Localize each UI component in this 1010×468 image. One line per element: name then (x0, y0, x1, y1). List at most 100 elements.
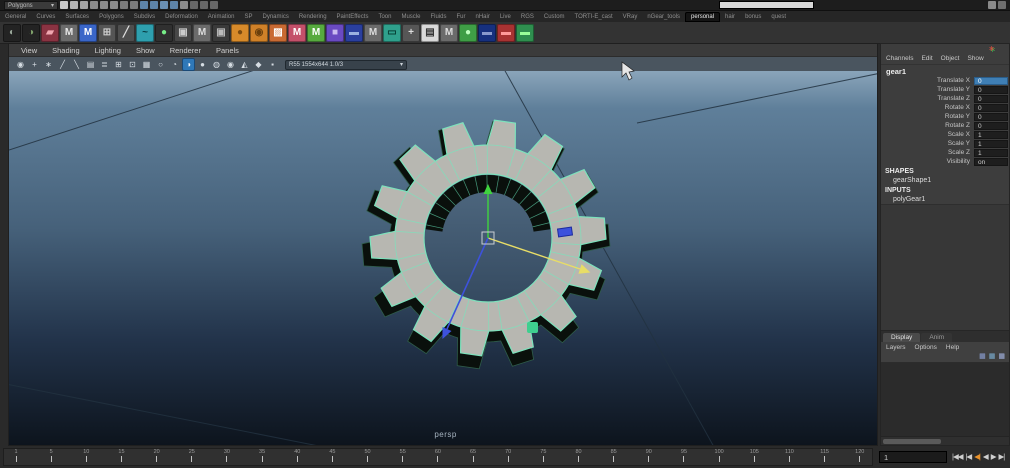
use-lights-icon[interactable]: ◍ (211, 59, 222, 70)
Rotate X[interactable]: Rotate X 0 (881, 103, 1009, 112)
paste-icon[interactable] (110, 1, 118, 9)
shelf-tab[interactable]: Muscle (396, 13, 425, 21)
navy-shelf-icon[interactable]: ▬ (345, 23, 363, 42)
channel-value-field[interactable]: 0 (974, 112, 1008, 121)
time-tick[interactable]: 100 (713, 449, 725, 465)
shelf-tab[interactable]: TORTI-E_cast (570, 13, 618, 21)
time-tick[interactable]: 65 (467, 449, 479, 465)
orange-ring-shelf-icon[interactable]: ◉ (250, 23, 268, 42)
sphere-shelf-icon[interactable]: ◐ (3, 23, 21, 42)
channel-value-field[interactable]: 1 (974, 139, 1008, 148)
layer-editor-tab[interactable]: Anim (921, 333, 953, 342)
redo-icon[interactable] (130, 1, 138, 9)
hotbox-toggle-icon[interactable] (998, 1, 1006, 9)
camera-shelf-icon[interactable]: ▣ (174, 23, 192, 42)
snap-grid-icon[interactable] (140, 1, 148, 9)
layer-list[interactable] (881, 363, 1009, 436)
new-layer-icon[interactable]: ▦ (998, 353, 1005, 361)
smooth-shade-mode-icon[interactable]: ◑ (183, 59, 194, 70)
new-scene-icon[interactable] (60, 1, 68, 9)
channel-box-menu-item[interactable]: Edit (921, 55, 932, 62)
wireframe-mode-icon[interactable]: ○ (155, 59, 166, 70)
panel-menu-item[interactable]: View (21, 46, 37, 55)
camera-lock-icon[interactable]: ◉ (15, 59, 26, 70)
purple-shelf-icon[interactable]: ■ (326, 23, 344, 42)
camera-axis-icon[interactable]: + (29, 59, 40, 70)
Scale Y[interactable]: Scale Y 1 (881, 139, 1009, 148)
shelf-tab[interactable]: Live (495, 13, 516, 21)
renderer-combo[interactable]: R55 1554x644 1.0/3 ▾ (285, 59, 407, 70)
curve-shelf-icon[interactable]: ~ (136, 23, 154, 42)
selected-object-name[interactable]: gear1 (881, 65, 1009, 76)
channel-value-field[interactable]: 0 (974, 103, 1008, 112)
shelf-tab[interactable]: Fluids (425, 13, 451, 21)
time-tick[interactable]: 110 (783, 449, 795, 465)
go-to-end-button[interactable]: ▶| (997, 451, 1005, 463)
snap-curve-icon[interactable] (150, 1, 158, 9)
time-tick[interactable]: 85 (608, 449, 620, 465)
time-tick[interactable]: 45 (326, 449, 338, 465)
time-tick[interactable]: 1 (10, 449, 22, 465)
shelf-tab[interactable]: hair (720, 13, 740, 21)
quick-select-field[interactable] (719, 1, 814, 9)
Scale Z[interactable]: Scale Z 1 (881, 148, 1009, 157)
time-tick[interactable]: 35 (256, 449, 268, 465)
grease-pencil-icon[interactable]: ╱ (57, 59, 68, 70)
go-to-start-button[interactable]: |◀◀ (951, 451, 964, 463)
panel-menu-item[interactable]: Shading (52, 46, 80, 55)
orange-ball-shelf-icon[interactable]: ● (231, 23, 249, 42)
construction-history-icon[interactable] (180, 1, 188, 9)
shelf-tab[interactable]: bonus (740, 13, 766, 21)
channel-value-field[interactable]: 0 (974, 76, 1008, 85)
step-back-key-button[interactable]: ◀| (973, 451, 981, 463)
shape-node-item[interactable]: gearShape1 (881, 176, 1009, 185)
Rotate Z[interactable]: Rotate Z 0 (881, 121, 1009, 130)
shelf-tab[interactable]: Animation (203, 13, 240, 21)
maya-gray-shelf-icon[interactable]: M (193, 23, 211, 42)
bookmark-icon[interactable]: ∗ (43, 59, 54, 70)
channel-value-field[interactable]: on (974, 157, 1008, 166)
time-tick[interactable]: 50 (362, 449, 374, 465)
render-settings-icon[interactable] (210, 1, 218, 9)
xray-icon[interactable]: ◭ (239, 59, 250, 70)
shelf-tab[interactable]: Toon (373, 13, 396, 21)
step-back-frame-button[interactable]: |◀ (964, 451, 972, 463)
scrollbar-thumb[interactable] (883, 438, 941, 444)
time-slider-ruler[interactable]: 1 5 10 15 20 25 30 35 40 45 50 55 60 65 … (3, 448, 873, 466)
layer-editor-menu-item[interactable]: Help (946, 344, 959, 351)
current-frame-field[interactable]: 1 (879, 451, 947, 463)
play-forward-button[interactable]: ▶ (990, 451, 997, 463)
undo-icon[interactable] (120, 1, 128, 9)
time-tick[interactable]: 80 (573, 449, 585, 465)
shaded-mode-icon[interactable]: ◔ (169, 59, 180, 70)
time-tick[interactable]: 115 (819, 449, 831, 465)
layer-editor-menu-item[interactable]: Options (915, 344, 937, 351)
maya-blue-shelf-icon[interactable]: M (79, 23, 97, 42)
shelf-tab[interactable]: Subdivs (129, 13, 160, 21)
shelf-tab[interactable]: RGS (516, 13, 539, 21)
Translate Z[interactable]: Translate Z 0 (881, 94, 1009, 103)
time-tick[interactable]: 90 (643, 449, 655, 465)
maya-gray3-shelf-icon[interactable]: M (440, 23, 458, 42)
channel-box-menu-item[interactable]: Show (967, 55, 983, 62)
textured-mode-icon[interactable]: ● (197, 59, 208, 70)
time-tick[interactable]: 10 (80, 449, 92, 465)
field-chart-icon[interactable]: ⊡ (127, 59, 138, 70)
Translate Y[interactable]: Translate Y 0 (881, 85, 1009, 94)
grease-pencil-frame-icon[interactable]: ╲ (71, 59, 82, 70)
shelf-tab[interactable]: nGear_tools (642, 13, 685, 21)
time-tick[interactable]: 60 (432, 449, 444, 465)
viewport-3d[interactable]: persp (9, 71, 877, 445)
channel-box-menu-item[interactable]: Object (941, 55, 960, 62)
Translate X[interactable]: Translate X 0 (881, 76, 1009, 85)
safe-action-icon[interactable]: ▦ (141, 59, 152, 70)
layer-list-scrollbar[interactable] (881, 436, 1009, 445)
camera-dark-shelf-icon[interactable]: ▣ (212, 23, 230, 42)
Scale X[interactable]: Scale X 1 (881, 130, 1009, 139)
shelf-tab[interactable]: Fur (452, 13, 471, 21)
time-tick[interactable]: 70 (502, 449, 514, 465)
grid-shelf-icon[interactable]: ⊞ (98, 23, 116, 42)
screen-shelf-icon[interactable]: ▤ (421, 23, 439, 42)
time-tick[interactable]: 55 (397, 449, 409, 465)
panel-menu-item[interactable]: Panels (216, 46, 239, 55)
